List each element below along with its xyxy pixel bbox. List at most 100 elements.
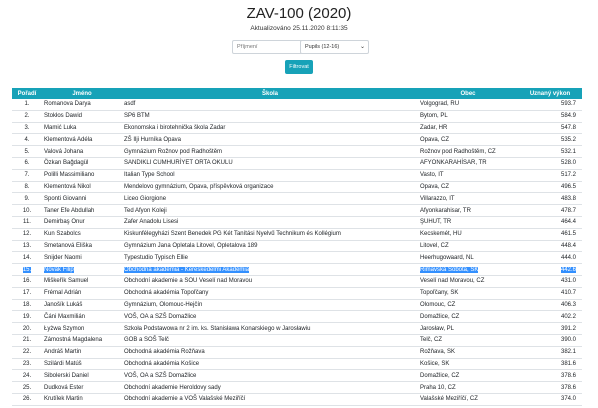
rank-cell-text: 2. [24,113,30,120]
name-cell: Frémal Adrián [42,287,122,300]
rank-cell-text: 24. [22,372,32,379]
score-cell: 464.4 [518,216,582,229]
score-cell-text: 532.1 [560,148,576,155]
city-cell: Telč, CZ [418,334,518,347]
city-cell: Olomouc, CZ [418,299,518,312]
city-cell: Afyonkarahisar, TR [418,204,518,217]
category-select-value: Pupils (12-16) [305,44,340,50]
school-cell: Obchodná akadémia - Kereskedelmi Akadémi… [122,263,418,276]
score-cell: 431.0 [518,275,582,288]
city-cell-text: AFYONKARAHİSAR, TR [420,160,487,167]
rank-cell: 23. [12,358,42,371]
table-row: 11. Demirbaş Onur Zafer Anadolu Lisesi ŞUHU… [12,216,582,229]
school-cell: asdf [122,99,418,111]
score-cell: 378.6 [518,369,582,383]
name-cell: Sponti Giovanni [42,192,122,206]
score-cell: 448.4 [518,240,582,253]
filter-button[interactable]: Filtrovat [285,60,313,74]
city-cell-text: Heerhugowaard, NL [420,254,474,261]
name-cell-text: Čáni Maxmilián [44,313,86,320]
rank-cell-text: 26. [22,396,32,403]
column-header-name[interactable]: Jméno [42,88,122,99]
city-cell-text: Litovel, CZ [420,242,449,249]
rank-cell: 7. [12,169,42,182]
city-cell: Rimavská Sobota, SK [418,263,518,276]
city-cell: Rožňava, SK [418,346,518,359]
name-cell-text: Taner Efe Abdullah [44,207,95,214]
score-cell-text: 410.7 [560,290,576,297]
rank-cell-text: 15. [22,266,32,273]
city-cell-text: Zadar, HR [420,124,448,131]
column-header-city[interactable]: Obec [418,88,518,99]
name-cell-text: Krutílek Martin [44,396,83,403]
school-cell-text: SANDIKLI CUMHURİYET ORTA OKULU [124,160,233,167]
score-cell-text: 528.0 [560,160,576,167]
school-cell-text: Kiskunfélegyházi Szent Benedek PG Két Ta… [124,231,341,238]
name-cell: Zámostná Magdalena [42,334,122,347]
school-cell: Ekonomska i birotehnička škola Zadar [122,122,418,135]
surname-input[interactable]: Příjmení [232,40,304,54]
rank-cell: 9. [12,192,42,206]
school-cell: SP6 BTM [122,110,418,123]
rank-cell: 20. [12,322,42,335]
rank-cell-text: 20. [22,325,32,332]
city-cell-text: Valašské Meziříčí, CZ [420,396,478,403]
table-row: 19. Čáni Maxmilián VOŠ, OA a SZŠ Domažlice… [12,310,582,324]
city-cell: Domažlice, CZ [418,369,518,383]
city-cell-text: Opava, CZ [420,183,450,190]
table-row: 15. Novák Filip Obchodná akadémia - Keresk… [12,263,582,276]
column-header-rank[interactable]: Pořadí [12,88,42,99]
table-row: 7. Polilli Massimiliano Italian Type Schoo… [12,169,582,182]
school-cell: Gymnázium, Olomouc-Hejčín [122,299,418,312]
rank-cell-text: 10. [22,207,32,214]
school-cell-text: Obchodní akademie a SOU Veselí nad Morav… [124,278,253,285]
city-cell: Zadar, HR [418,122,518,135]
score-cell: 532.1 [518,145,582,158]
category-select[interactable]: Pupils (12-16) ⌄ [300,40,369,54]
rank-cell-text: 8. [24,183,30,190]
column-header-school[interactable]: Škola [122,88,418,99]
rank-cell: 22. [12,346,42,359]
score-cell-text: 402.2 [560,313,576,320]
results-table: Pořadí Jméno Škola Obec Uznaný výkon 1. R… [12,88,582,406]
school-cell: Liceo Giorgione [122,192,418,206]
table-row: 12. Kun Szabolcs Kiskunfélegyházi Szent Be… [12,228,582,241]
school-cell-text: Gymnázium Rožnov pod Radhoštěm [124,148,223,155]
score-cell-text: 381.6 [560,360,576,367]
name-cell-text: Polilli Massimiliano [44,172,95,179]
name-cell-text: Smetanová Eliška [44,242,93,249]
rank-cell: 26. [12,393,42,406]
school-cell-text: Obchodní akademie Heroldovy sady [124,384,221,391]
city-cell: Rožnov pod Radhoštěm, CZ [418,145,518,158]
table-row: 9. Sponti Giovanni Liceo Giorgione Villaraz… [12,192,582,206]
column-header-score[interactable]: Uznaný výkon [518,88,582,99]
school-cell: Obchodná akadémia Rožňava [122,346,418,359]
table-row: 17. Frémal Adrián Obchodná akadémia Topoľč… [12,287,582,300]
city-cell-text: Afyonkarahisar, TR [420,207,471,214]
school-cell: Szkoła Podstawowa nr 2 im. ks. Stanisław… [122,322,418,335]
school-cell: Kiskunfélegyházi Szent Benedek PG Két Ta… [122,228,418,241]
table-row: 23. Szilárdi Matúš Obchodná akadémia Košic… [12,358,582,371]
score-cell: 547.8 [518,122,582,135]
name-cell: Novák Filip [42,263,122,276]
score-cell-text: 448.4 [560,242,576,249]
table-row: 20. Łyżwa Szymon Szkoła Podstawowa nr 2 im… [12,322,582,335]
score-cell-text: 478.7 [560,207,576,214]
school-cell-text: ZŠ Ilji Hurníka Opava [124,136,182,143]
rank-cell-text: 17. [22,290,32,297]
table-row: 22. Andráš Martin Obchodná akadémia Rožňav… [12,346,582,359]
school-cell-text: Obchodná akadémia Topoľčany [124,290,209,297]
rank-cell: 15. [12,263,42,276]
name-cell: Smetanová Eliška [42,240,122,253]
rank-cell: 24. [12,369,42,383]
school-cell-text: Ted Afyon Koleji [124,207,167,214]
rank-cell-text: 4. [24,136,30,143]
school-cell: Typestudio Typisch Ellie [122,251,418,265]
name-cell-text: Kun Szabolcs [44,231,81,238]
name-cell-text: Demirbaş Onur [44,219,85,226]
rank-cell-text: 11. [23,219,31,226]
rank-cell: 16. [12,275,42,288]
score-cell-text: 444.0 [560,254,576,261]
name-cell-text: Andráš Martin [44,349,82,356]
score-cell-text: 517.2 [560,172,576,179]
